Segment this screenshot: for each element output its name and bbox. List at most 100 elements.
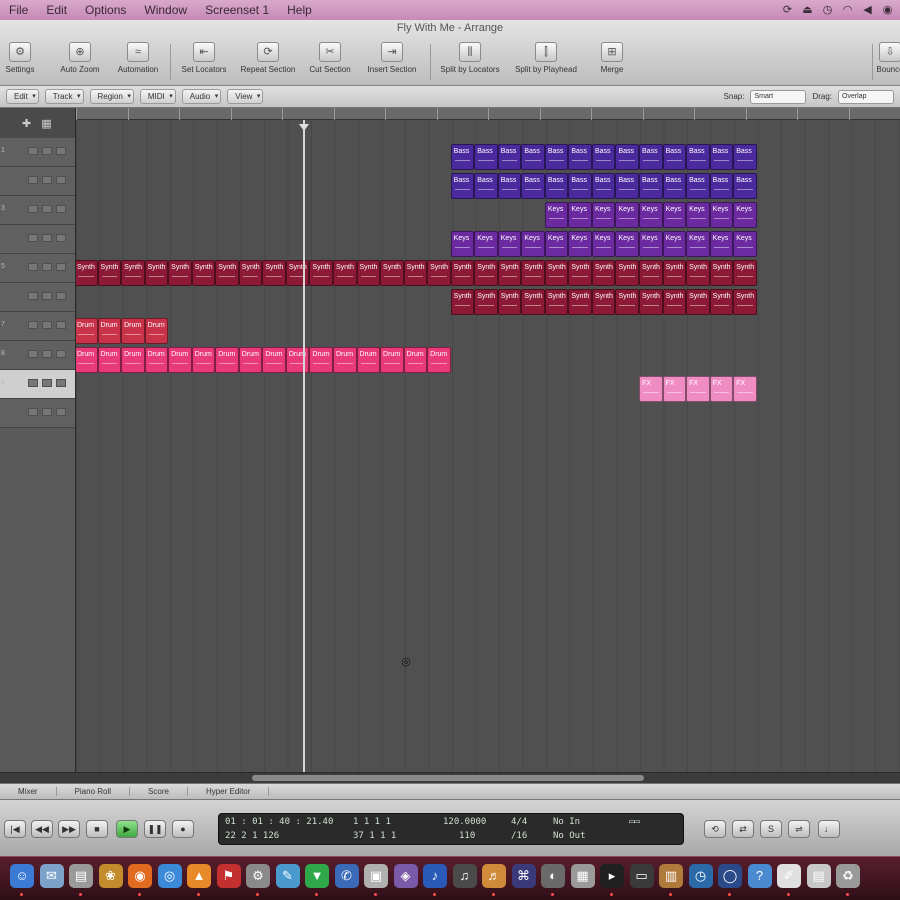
midi-region[interactable]: Synth [332,260,357,286]
lcd-right-locator[interactable]: 37 1 1 1 [353,831,396,841]
midi-region[interactable]: Drum [121,318,145,344]
midi-region[interactable]: Synth [97,260,122,286]
toolbar-settings-button[interactable]: ⚙ Settings [0,42,52,74]
record-button[interactable]: ● [172,820,194,838]
wifi-icon[interactable]: ◠ [841,4,854,17]
toolbar-bounce-button[interactable]: ⇩ Bounce [858,42,900,74]
midi-region[interactable]: Keys [474,231,498,257]
midi-region[interactable]: Synth [497,260,522,286]
midi-region[interactable]: Keys [733,202,757,228]
drag-select[interactable]: Overlap [838,89,894,104]
midi-region[interactable]: Synth [615,260,640,286]
mute-button[interactable] [28,234,38,242]
midi-region[interactable]: Keys [639,202,663,228]
toolbar-split-locators-button[interactable]: ⫼ Split by Locators [438,42,502,74]
notes-icon[interactable]: ✐ [777,864,801,888]
midi-region[interactable]: Bass [733,144,757,170]
midi-region[interactable]: Synth [262,260,286,286]
local-menu-audio[interactable]: Audio [181,89,222,104]
midi-region[interactable]: Keys [568,202,592,228]
midi-region[interactable]: FX [686,376,710,402]
midi-region[interactable]: Keys [709,202,734,228]
midi-region[interactable]: Keys [615,231,640,257]
midi-region[interactable]: Synth [544,260,569,286]
stack-icon[interactable]: ▤ [806,864,831,888]
time-machine-icon[interactable]: ⟳ [781,4,794,17]
toolbar-repeat-button[interactable]: ⟳ Repeat Section [236,42,300,74]
midi-region[interactable]: Synth [662,289,687,315]
midi-region[interactable]: Synth [639,260,663,286]
browser-icon[interactable]: ◎ [157,864,182,888]
menu-screenset[interactable]: Screenset 1 [196,3,278,17]
midi-region[interactable]: Bass [474,144,498,170]
midi-region[interactable]: Synth [76,260,98,286]
camera-icon[interactable]: ◐ [541,864,565,888]
solo-button[interactable] [42,292,52,300]
terminal-icon[interactable]: ▸ [600,864,624,888]
midi-region[interactable]: Keys [686,202,710,228]
midi-region[interactable]: Keys [733,231,757,257]
toolbar-insert-button[interactable]: ⇥ Insert Section [360,42,424,74]
mute-button[interactable] [28,263,38,271]
pause-button[interactable]: ❚❚ [144,820,166,838]
mute-button[interactable] [28,408,38,416]
bittorrent-icon[interactable]: ▼ [305,864,329,888]
midi-region[interactable]: Bass [568,173,592,199]
midi-region[interactable]: Synth [591,260,616,286]
toolbar-automation-button[interactable]: ≈ Automation [106,42,170,74]
midi-region[interactable]: Drum [403,347,428,373]
network-icon[interactable]: ⌘ [511,864,536,888]
midi-region[interactable]: FX [639,376,663,402]
midi-region[interactable]: Keys [497,231,522,257]
record-enable-button[interactable] [56,234,66,242]
midi-region[interactable]: Synth [144,260,169,286]
tab-hyper-editor[interactable]: Hyper Editor [188,787,270,796]
sync-button[interactable]: ⇌ [788,820,810,838]
record-enable-button[interactable] [56,176,66,184]
track-header[interactable]: 3 [0,196,75,225]
midi-region[interactable]: Synth [568,260,592,286]
record-enable-button[interactable] [56,350,66,358]
local-menu-view[interactable]: View [227,89,264,104]
add-track-icon[interactable]: ✚ [22,117,31,130]
midi-region[interactable]: Bass [450,144,475,170]
toolbar-locators-button[interactable]: ⇤ Set Locators [172,42,236,74]
track-header[interactable] [0,167,75,196]
midi-region[interactable]: Synth [474,289,498,315]
track-header[interactable]: 5 [0,254,75,283]
midi-region[interactable]: Bass [521,144,545,170]
bar-ruler[interactable] [76,108,900,120]
reader-icon[interactable]: ⚑ [216,864,241,888]
tab-mixer[interactable]: Mixer [0,787,57,796]
lcd-division[interactable]: /16 [511,831,527,841]
midi-region[interactable]: Bass [639,173,663,199]
midi-region[interactable]: Synth [380,260,404,286]
playhead-handle-icon[interactable] [299,124,310,131]
pages-icon[interactable]: ✎ [275,864,300,888]
midi-region[interactable]: Synth [238,260,263,286]
track-header[interactable] [0,225,75,254]
local-menu-region[interactable]: Region [89,89,134,104]
midi-region[interactable]: Synth [568,289,592,315]
tab-score[interactable]: Score [130,787,188,796]
midi-region[interactable]: Drum [144,347,169,373]
playhead[interactable] [303,120,306,772]
midi-region[interactable]: Drum [427,347,451,373]
solo-button[interactable]: S [760,820,782,838]
menu-file[interactable]: File [0,3,37,17]
mute-button[interactable] [28,176,38,184]
midi-region[interactable]: Synth [356,260,381,286]
midi-region[interactable]: Keys [591,231,616,257]
mute-button[interactable] [28,205,38,213]
toolbar-split-playhead-button[interactable]: ⫿ Split by Playhead [514,42,578,74]
midi-region[interactable]: Drum [97,347,122,373]
local-menu-track[interactable]: Track [44,89,84,104]
midi-region[interactable]: Keys [662,202,687,228]
rewind-start-button[interactable]: |◀ [4,820,26,838]
midi-region[interactable]: FX [709,376,734,402]
midi-region[interactable]: Bass [615,173,640,199]
midi-region[interactable]: Drum [332,347,357,373]
midi-region[interactable]: Bass [615,144,640,170]
midi-region[interactable]: FX [733,376,757,402]
local-menu-midi[interactable]: MIDI [139,89,176,104]
